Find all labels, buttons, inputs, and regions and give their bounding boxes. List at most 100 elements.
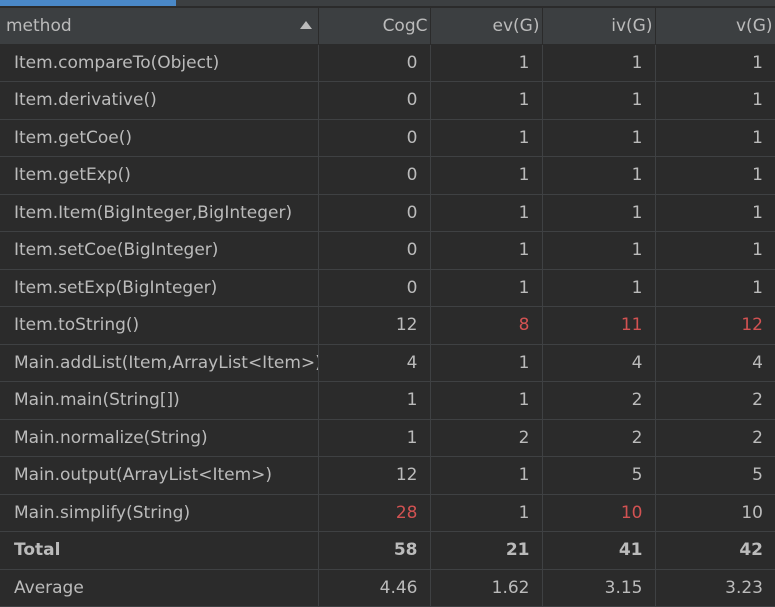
average-label: Average — [0, 569, 319, 607]
cell-method: Main.simplify(String) — [0, 494, 319, 532]
cell-cogc: 12 — [318, 306, 431, 345]
cell-ivg: 4 — [542, 344, 656, 382]
cell-cogc: 12 — [318, 456, 431, 495]
table-row[interactable]: Item.getExp() 0 1 1 1 — [0, 156, 775, 195]
column-header-vg[interactable]: v(G) — [655, 8, 775, 45]
cell-method: Item.setExp(BigInteger) — [0, 269, 319, 307]
table-row[interactable]: Main.normalize(String) 1 2 2 2 — [0, 419, 775, 457]
cell-cogc: 0 — [318, 81, 431, 120]
cell-cogc: 0 — [318, 44, 431, 82]
table-row[interactable]: Main.simplify(String) 28 1 10 10 — [0, 494, 775, 532]
cell-method: Item.derivative() — [0, 81, 319, 120]
cell-evg: 1 — [430, 231, 543, 270]
cell-ivg: 1 — [542, 194, 656, 232]
cell-method: Main.normalize(String) — [0, 419, 319, 457]
column-header-label: method — [6, 15, 72, 36]
table-header-row: method CogC ev(G) iv(G) v(G) — [0, 8, 775, 45]
average-evg: 1.62 — [430, 569, 543, 607]
cell-vg: 1 — [655, 194, 775, 232]
cell-cogc: 0 — [318, 269, 431, 307]
cell-evg: 1 — [430, 494, 543, 532]
cell-evg: 1 — [430, 194, 543, 232]
cell-cogc: 1 — [318, 419, 431, 457]
cell-method: Item.setCoe(BigInteger) — [0, 231, 319, 270]
cell-ivg: 1 — [542, 44, 656, 82]
cell-vg: 4 — [655, 344, 775, 382]
cell-evg: 1 — [430, 381, 543, 420]
tab-strip — [176, 0, 775, 6]
cell-vg: 2 — [655, 381, 775, 420]
average-vg: 3.23 — [655, 569, 775, 607]
table-row[interactable]: Main.output(ArrayList<Item>) 12 1 5 5 — [0, 456, 775, 495]
table-row[interactable]: Item.setExp(BigInteger) 0 1 1 1 — [0, 269, 775, 307]
total-label: Total — [0, 531, 319, 570]
cell-evg: 1 — [430, 344, 543, 382]
cell-vg: 1 — [655, 81, 775, 120]
cell-evg: 8 — [430, 306, 543, 345]
cell-vg: 12 — [655, 306, 775, 345]
table-row[interactable]: Main.addList(Item,ArrayList<Item>) 4 1 4… — [0, 344, 775, 382]
cell-method: Main.addList(Item,ArrayList<Item>) — [0, 344, 319, 382]
column-header-ivg[interactable]: iv(G) — [542, 8, 656, 45]
cell-ivg: 1 — [542, 156, 656, 195]
cell-method: Item.Item(BigInteger,BigInteger) — [0, 194, 319, 232]
table-row[interactable]: Main.main(String[]) 1 1 2 2 — [0, 381, 775, 420]
cell-ivg: 2 — [542, 419, 656, 457]
column-header-cogc[interactable]: CogC — [318, 8, 431, 45]
table-row[interactable]: Item.Item(BigInteger,BigInteger) 0 1 1 1 — [0, 194, 775, 232]
cell-method: Main.output(ArrayList<Item>) — [0, 456, 319, 495]
cell-cogc: 0 — [318, 231, 431, 270]
table-row[interactable]: Item.getCoe() 0 1 1 1 — [0, 119, 775, 157]
cell-vg: 1 — [655, 156, 775, 195]
table-row[interactable]: Item.toString() 12 8 11 12 — [0, 306, 775, 345]
cell-ivg: 1 — [542, 269, 656, 307]
column-header-method[interactable]: method — [0, 8, 319, 45]
average-ivg: 3.15 — [542, 569, 656, 607]
cell-cogc: 0 — [318, 194, 431, 232]
table-row[interactable]: Item.derivative() 0 1 1 1 — [0, 81, 775, 120]
average-cogc: 4.46 — [318, 569, 431, 607]
cell-ivg: 1 — [542, 231, 656, 270]
cell-method: Item.getCoe() — [0, 119, 319, 157]
total-evg: 21 — [430, 531, 543, 570]
cell-cogc: 0 — [318, 156, 431, 195]
cell-method: Item.toString() — [0, 306, 319, 345]
active-tab-indicator — [0, 0, 176, 6]
cell-evg: 1 — [430, 456, 543, 495]
cell-vg: 2 — [655, 419, 775, 457]
cell-cogc: 28 — [318, 494, 431, 532]
cell-ivg: 5 — [542, 456, 656, 495]
table-row[interactable]: Item.compareTo(Object) 0 1 1 1 — [0, 44, 775, 82]
cell-evg: 1 — [430, 119, 543, 157]
cell-ivg: 11 — [542, 306, 656, 345]
total-ivg: 41 — [542, 531, 656, 570]
cell-vg: 1 — [655, 119, 775, 157]
total-cogc: 58 — [318, 531, 431, 570]
cell-method: Item.compareTo(Object) — [0, 44, 319, 82]
cell-evg: 2 — [430, 419, 543, 457]
cell-method: Main.main(String[]) — [0, 381, 319, 420]
cell-cogc: 1 — [318, 381, 431, 420]
cell-vg: 1 — [655, 269, 775, 307]
cell-evg: 1 — [430, 44, 543, 82]
cell-ivg: 2 — [542, 381, 656, 420]
table-row[interactable]: Item.setCoe(BigInteger) 0 1 1 1 — [0, 231, 775, 270]
cell-vg: 1 — [655, 44, 775, 82]
cell-vg: 5 — [655, 456, 775, 495]
sort-ascending-icon — [299, 21, 312, 29]
cell-vg: 1 — [655, 231, 775, 270]
cell-method: Item.getExp() — [0, 156, 319, 195]
column-header-evg[interactable]: ev(G) — [430, 8, 543, 45]
average-row[interactable]: Average 4.46 1.62 3.15 3.23 — [0, 569, 775, 607]
cell-vg: 10 — [655, 494, 775, 532]
total-row[interactable]: Total 58 21 41 42 — [0, 531, 775, 570]
metrics-table: method CogC ev(G) iv(G) v(G) Item.compar… — [0, 8, 775, 607]
cell-evg: 1 — [430, 81, 543, 120]
cell-cogc: 0 — [318, 119, 431, 157]
cell-evg: 1 — [430, 156, 543, 195]
cell-ivg: 1 — [542, 81, 656, 120]
cell-ivg: 10 — [542, 494, 656, 532]
total-vg: 42 — [655, 531, 775, 570]
cell-cogc: 4 — [318, 344, 431, 382]
cell-evg: 1 — [430, 269, 543, 307]
